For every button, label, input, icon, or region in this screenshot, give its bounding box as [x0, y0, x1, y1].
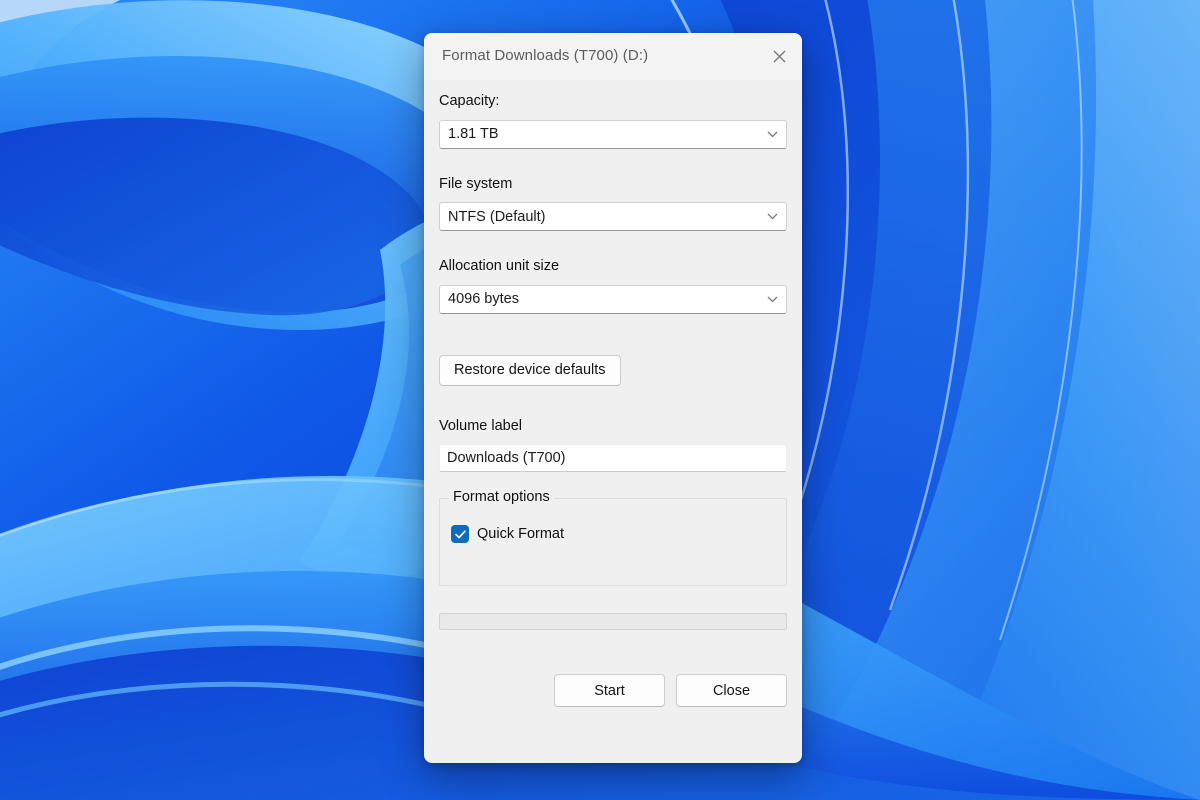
quick-format-checkbox[interactable] — [451, 525, 469, 543]
chevron-down-icon — [758, 131, 786, 138]
restore-device-defaults-button[interactable]: Restore device defaults — [439, 354, 621, 386]
checkmark-icon — [454, 529, 466, 538]
capacity-label: Capacity: — [439, 93, 500, 109]
close-icon — [773, 50, 785, 63]
close-dialog-button[interactable]: Close — [676, 674, 787, 707]
start-button[interactable]: Start — [554, 674, 665, 707]
dialog-title: Format Downloads (T700) (D:) — [442, 47, 649, 64]
dialog-titlebar[interactable]: Format Downloads (T700) (D:) — [424, 33, 802, 80]
quick-format-label: Quick Format — [477, 526, 565, 542]
volume-label-value: Downloads (T700) — [447, 450, 566, 466]
format-options-group: Format options Quick Format — [439, 490, 787, 586]
file-system-value: NTFS (Default) — [448, 208, 546, 225]
dialog-button-row: Start Close — [439, 674, 787, 707]
quick-format-row[interactable]: Quick Format — [451, 525, 564, 543]
allocation-unit-size-label: Allocation unit size — [439, 258, 560, 274]
file-system-label: File system — [439, 175, 513, 192]
volume-label-label: Volume label — [439, 417, 523, 434]
capacity-combobox[interactable]: 1.81 TB — [439, 119, 787, 149]
allocation-unit-size-combobox[interactable]: 4096 bytes — [439, 284, 787, 314]
chevron-down-icon — [758, 296, 786, 303]
desktop: Format Downloads (T700) (D:) Capacity: 1… — [0, 0, 1200, 800]
format-dialog: Format Downloads (T700) (D:) Capacity: 1… — [424, 33, 802, 763]
restore-defaults-row: Restore device defaults — [439, 354, 787, 386]
allocation-unit-size-value: 4096 bytes — [448, 291, 519, 307]
capacity-value: 1.81 TB — [448, 126, 499, 142]
dialog-body: Capacity: 1.81 TB File system NTFS (Defa… — [424, 94, 802, 707]
volume-label-input[interactable]: Downloads (T700) — [439, 444, 787, 472]
file-system-combobox[interactable]: NTFS (Default) — [439, 202, 787, 231]
format-progress-bar — [439, 613, 787, 630]
chevron-down-icon — [758, 213, 786, 220]
close-button[interactable] — [756, 33, 802, 80]
format-options-title: Format options — [449, 490, 554, 505]
